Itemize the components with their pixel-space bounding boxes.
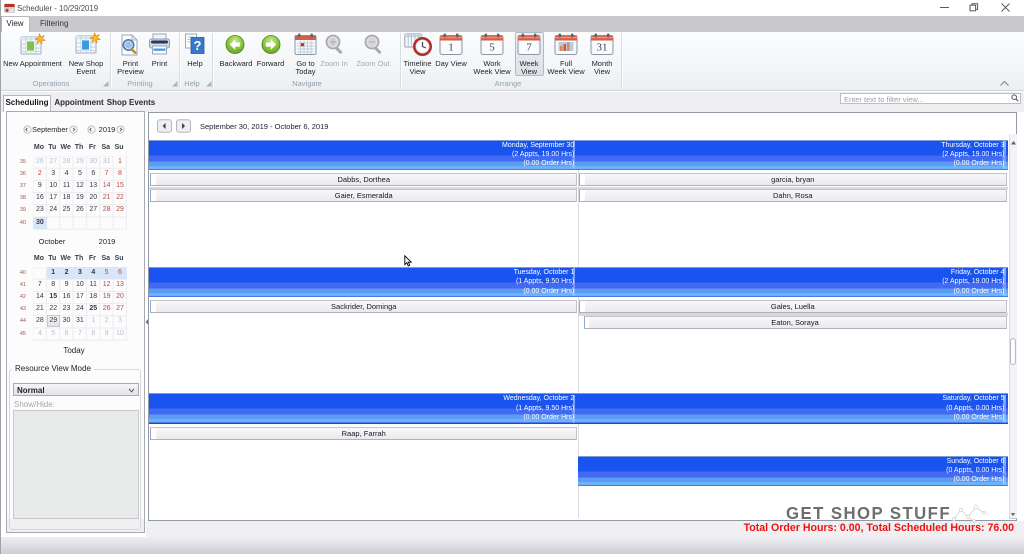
svg-text:GET SHOP STUFF: GET SHOP STUFF (786, 503, 951, 523)
svg-text:?: ? (194, 38, 202, 53)
svg-text:1: 1 (448, 41, 454, 53)
svg-text:5: 5 (489, 41, 495, 53)
svg-text:31: 31 (597, 41, 608, 53)
svg-text:7: 7 (526, 41, 532, 53)
